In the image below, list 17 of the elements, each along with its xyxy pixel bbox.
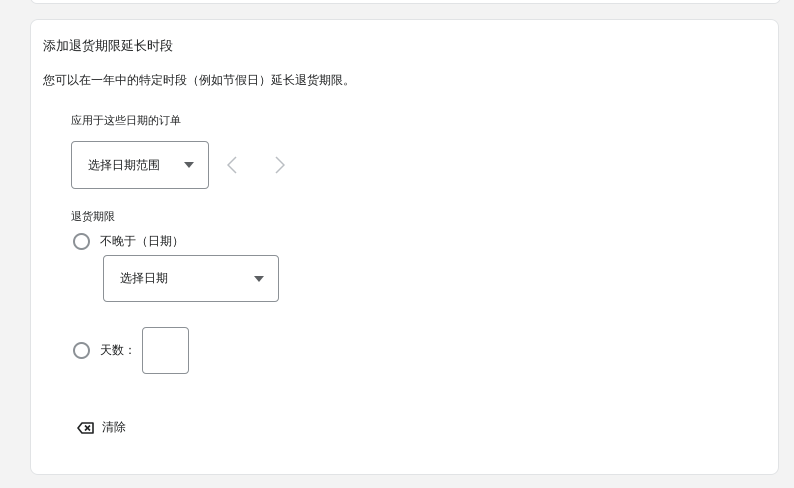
backspace-icon — [77, 422, 94, 434]
date-dropdown[interactable]: 选择日期 — [103, 255, 279, 302]
chevron-right-icon[interactable] — [275, 156, 285, 174]
caret-icon — [184, 162, 194, 168]
option-label: 不晚于（日期） — [100, 233, 184, 250]
caret-icon — [254, 276, 264, 282]
option-label: 天数： — [100, 342, 136, 359]
radio-button[interactable] — [73, 342, 90, 359]
field-label: 应用于这些日期的订单 — [71, 113, 182, 129]
field-label: 退货期限 — [71, 209, 116, 225]
description-text: 您可以在一年中的特定时段（例如节假日）延长退货期限。 — [43, 72, 356, 89]
radio-button[interactable] — [73, 233, 90, 250]
date-range-dropdown[interactable]: 选择日期范围 — [71, 141, 209, 189]
chevron-left-icon[interactable] — [227, 156, 237, 174]
days-input-field[interactable] — [142, 327, 189, 374]
clear-button[interactable]: 清除 — [71, 419, 126, 436]
section-title: 添加退货期限延长时段 — [43, 38, 174, 56]
